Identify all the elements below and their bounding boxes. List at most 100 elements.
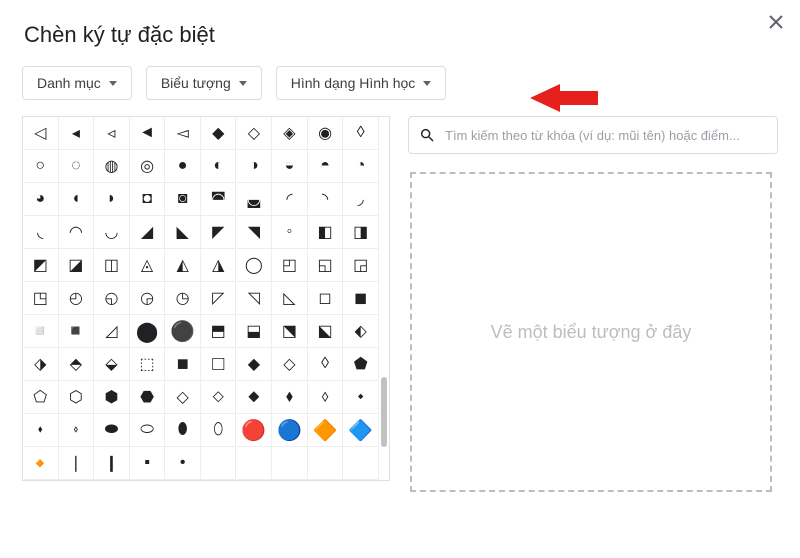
char-cell[interactable]: ◵ <box>94 282 130 315</box>
char-cell[interactable]: ◙ <box>165 183 201 216</box>
char-cell[interactable]: 🔷 <box>343 414 379 447</box>
char-cell[interactable]: ◮ <box>201 249 237 282</box>
char-cell[interactable]: ⬚ <box>130 348 166 381</box>
char-cell[interactable]: ◌ <box>59 150 95 183</box>
char-cell[interactable]: ◊ <box>343 117 379 150</box>
char-cell[interactable]: ⬫ <box>59 414 95 447</box>
close-button[interactable] <box>764 10 788 34</box>
char-cell[interactable]: ⬠ <box>23 381 59 414</box>
search-box[interactable] <box>408 116 778 154</box>
char-cell[interactable]: ◇ <box>272 348 308 381</box>
char-cell[interactable]: ⬮ <box>165 414 201 447</box>
char-cell[interactable]: ◸ <box>201 282 237 315</box>
char-cell[interactable]: ◊ <box>308 348 344 381</box>
char-cell[interactable]: ◩ <box>23 249 59 282</box>
char-cell[interactable]: ◬ <box>130 249 166 282</box>
char-cell[interactable]: ⬡ <box>59 381 95 414</box>
char-cell[interactable]: ⬒ <box>201 315 237 348</box>
char-cell[interactable]: ◲ <box>343 249 379 282</box>
char-cell[interactable]: ● <box>165 150 201 183</box>
char-cell[interactable]: ◆ <box>201 117 237 150</box>
char-cell[interactable]: ⬗ <box>23 348 59 381</box>
char-cell[interactable]: ⬨ <box>308 381 344 414</box>
char-cell[interactable]: ⬦ <box>201 381 237 414</box>
char-cell[interactable]: ⬥ <box>237 381 273 414</box>
scrollbar[interactable] <box>379 117 389 480</box>
char-cell[interactable]: ◣ <box>165 216 201 249</box>
char-cell[interactable]: ◇ <box>237 117 273 150</box>
char-cell[interactable]: ◳ <box>23 282 59 315</box>
char-cell[interactable]: ◪ <box>59 249 95 282</box>
char-cell[interactable]: ⚫ <box>165 315 201 348</box>
char-cell[interactable]: ❘ <box>59 447 95 480</box>
char-cell[interactable]: 🔵 <box>272 414 308 447</box>
char-cell[interactable]: • <box>165 447 201 480</box>
scrollbar-thumb[interactable] <box>381 377 387 447</box>
char-cell[interactable]: ◜ <box>272 183 308 216</box>
char-cell[interactable]: ◘ <box>130 183 166 216</box>
char-cell[interactable]: ◛ <box>237 183 273 216</box>
char-cell[interactable]: ◆ <box>237 348 273 381</box>
char-cell[interactable]: ⬖ <box>343 315 379 348</box>
char-cell[interactable]: ◄ <box>130 117 166 150</box>
search-input[interactable] <box>443 127 767 144</box>
char-cell[interactable]: ◍ <box>94 150 130 183</box>
char-cell[interactable]: ◉ <box>308 117 344 150</box>
char-cell[interactable]: ◦ <box>272 216 308 249</box>
char-cell[interactable]: ◞ <box>343 183 379 216</box>
char-cell[interactable]: ⬤ <box>130 315 166 348</box>
char-cell[interactable]: ◃ <box>94 117 130 150</box>
char-cell[interactable]: ⬬ <box>94 414 130 447</box>
char-cell[interactable]: ◽ <box>23 315 59 348</box>
char-cell[interactable]: ⬘ <box>59 348 95 381</box>
char-cell[interactable]: ◶ <box>130 282 166 315</box>
char-cell[interactable]: ◤ <box>201 216 237 249</box>
char-cell[interactable]: ◯ <box>237 249 273 282</box>
char-cell[interactable]: ⬧ <box>272 381 308 414</box>
char-cell[interactable]: ◒ <box>272 150 308 183</box>
char-cell[interactable]: ■ <box>165 348 201 381</box>
char-cell[interactable]: ▪ <box>130 447 166 480</box>
char-cell[interactable]: ◫ <box>94 249 130 282</box>
dropdown-shapes[interactable]: Hình dạng Hình học <box>276 66 447 100</box>
char-cell[interactable]: ❙ <box>94 447 130 480</box>
char-cell[interactable]: ◼ <box>343 282 379 315</box>
char-cell[interactable]: ⬢ <box>94 381 130 414</box>
char-cell[interactable]: ⬔ <box>272 315 308 348</box>
char-cell[interactable]: ◱ <box>308 249 344 282</box>
char-cell[interactable]: ◡ <box>94 216 130 249</box>
char-cell[interactable]: ⬟ <box>343 348 379 381</box>
char-cell[interactable]: ⬯ <box>201 414 237 447</box>
char-cell[interactable]: ◖ <box>59 183 95 216</box>
char-cell[interactable]: ◂ <box>59 117 95 150</box>
char-cell[interactable]: 🔶 <box>308 414 344 447</box>
char-cell[interactable]: ◁ <box>23 117 59 150</box>
char-cell[interactable]: ◧ <box>308 216 344 249</box>
char-cell[interactable]: ◝ <box>308 183 344 216</box>
char-cell[interactable]: ◅ <box>165 117 201 150</box>
char-cell[interactable]: ◥ <box>237 216 273 249</box>
char-cell[interactable]: ⬕ <box>308 315 344 348</box>
char-cell[interactable]: ◎ <box>130 150 166 183</box>
draw-symbol-box[interactable]: Vẽ một biểu tượng ở đây <box>410 172 772 492</box>
char-cell[interactable]: ⬙ <box>94 348 130 381</box>
char-cell[interactable]: ◻ <box>308 282 344 315</box>
char-cell[interactable]: ◗ <box>94 183 130 216</box>
char-cell[interactable]: ◟ <box>23 216 59 249</box>
char-cell[interactable]: ○ <box>23 150 59 183</box>
char-cell[interactable]: ⬩ <box>343 381 379 414</box>
char-cell[interactable]: ◐ <box>201 150 237 183</box>
char-cell[interactable]: ◈ <box>272 117 308 150</box>
char-cell[interactable]: ⬪ <box>23 414 59 447</box>
char-cell[interactable]: ⬓ <box>237 315 273 348</box>
char-cell[interactable]: ◇ <box>165 381 201 414</box>
char-cell[interactable]: ◢ <box>130 216 166 249</box>
char-cell[interactable]: ◨ <box>343 216 379 249</box>
char-cell[interactable]: 🔴 <box>237 414 273 447</box>
char-cell[interactable]: ⬣ <box>130 381 166 414</box>
char-cell[interactable]: □ <box>201 348 237 381</box>
char-cell[interactable]: ◷ <box>165 282 201 315</box>
char-cell[interactable]: ◕ <box>23 183 59 216</box>
char-cell[interactable]: ◹ <box>237 282 273 315</box>
dropdown-category[interactable]: Danh mục <box>22 66 132 100</box>
